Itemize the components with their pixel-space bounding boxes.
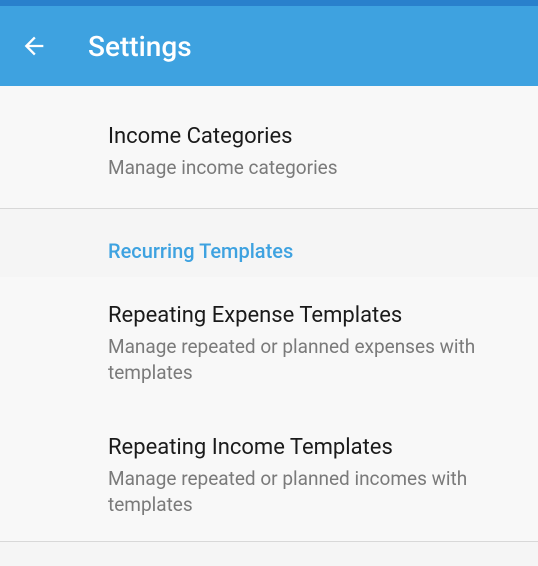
list-item-repeating-expense[interactable]: Repeating Expense Templates Manage repea… bbox=[0, 277, 538, 409]
list-item-repeating-income[interactable]: Repeating Income Templates Manage repeat… bbox=[0, 409, 538, 541]
item-title: Repeating Income Templates bbox=[108, 433, 510, 463]
page-title: Settings bbox=[88, 30, 192, 63]
item-subtitle: Manage income categories bbox=[108, 155, 510, 181]
item-subtitle: Manage repeated or planned expenses with… bbox=[108, 334, 510, 385]
settings-content: Income Categories Manage income categori… bbox=[0, 86, 538, 542]
toolbar: Settings bbox=[0, 6, 538, 86]
section-header-recurring: Recurring Templates bbox=[0, 209, 538, 277]
list-item-income-categories[interactable]: Income Categories Manage income categori… bbox=[0, 86, 538, 208]
section-divider bbox=[0, 541, 538, 542]
item-title: Repeating Expense Templates bbox=[108, 301, 510, 331]
back-arrow-icon[interactable] bbox=[20, 32, 48, 60]
item-subtitle: Manage repeated or planned incomes with … bbox=[108, 466, 510, 517]
item-title: Income Categories bbox=[108, 122, 510, 152]
